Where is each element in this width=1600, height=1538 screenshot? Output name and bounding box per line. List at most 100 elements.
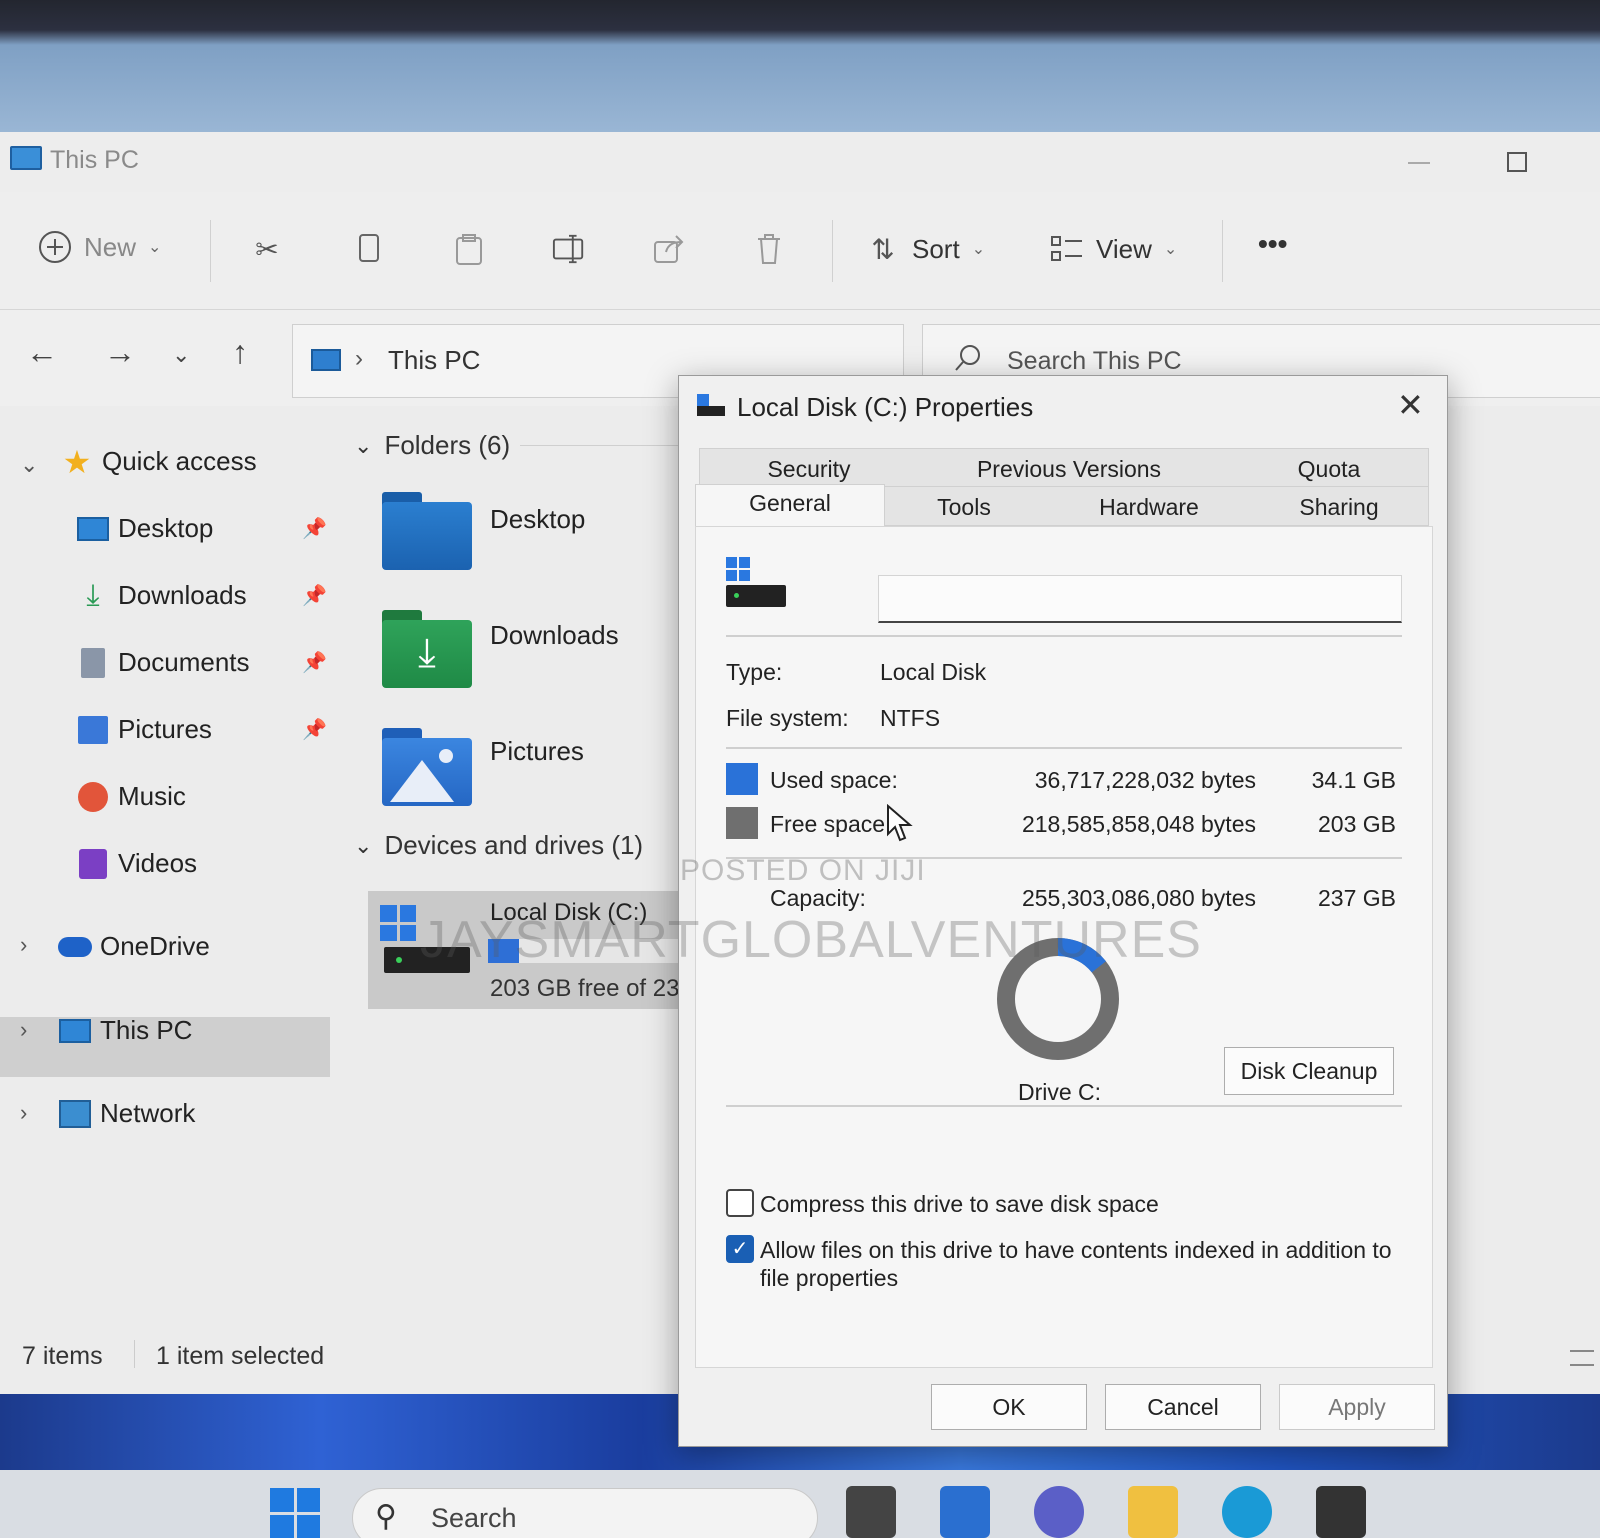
chevron-right-icon[interactable]: › [20, 932, 27, 958]
volume-label-input[interactable] [878, 575, 1402, 623]
group-divider [520, 445, 680, 446]
taskbar-search[interactable]: ⚲ Search [352, 1488, 818, 1538]
sidebar-item-music[interactable]: Music [76, 781, 186, 812]
close-icon[interactable]: ✕ [1397, 386, 1424, 424]
pin-icon: 📌 [302, 518, 327, 540]
mouse-cursor-icon [886, 803, 914, 854]
sidebar-item-label: Downloads [118, 580, 247, 610]
index-checkbox[interactable]: ✓ [726, 1235, 754, 1263]
edge-browser-icon[interactable] [1222, 1486, 1272, 1538]
task-view-icon[interactable] [846, 1486, 896, 1538]
rename-button[interactable] [552, 232, 586, 266]
free-space-gb: 203 GB [1318, 811, 1396, 837]
recent-locations-chevron-icon[interactable]: ⌄ [172, 342, 190, 368]
sidebar-item-pictures[interactable]: Pictures [76, 714, 212, 745]
chevron-right-icon[interactable]: › [20, 1017, 27, 1043]
tab-security[interactable]: Security [719, 456, 899, 483]
forward-arrow-icon[interactable]: → [104, 334, 136, 371]
chevron-down-icon: ⌄ [971, 241, 986, 258]
start-button[interactable] [270, 1488, 320, 1538]
separator [726, 1105, 1402, 1107]
chevron-down-icon: ⌄ [354, 832, 373, 858]
compress-label: Compress this drive to save disk space [760, 1191, 1159, 1217]
sidebar-item-label: Network [100, 1098, 196, 1128]
apply-button[interactable]: Apply [1279, 1384, 1435, 1430]
sidebar-item-label: Pictures [118, 714, 212, 744]
used-space-gb: 34.1 GB [1311, 767, 1396, 793]
paste-button[interactable] [452, 232, 486, 266]
folders-header-label: Folders (6) [384, 430, 511, 460]
folder-label: Pictures [490, 736, 584, 766]
new-button[interactable]: New ⌄ [38, 230, 161, 264]
toolbar-divider [210, 220, 211, 282]
free-space-bytes: 218,585,858,048 bytes [1021, 811, 1256, 837]
status-bar: 7 items 1 item selected [0, 1330, 680, 1380]
copy-icon [352, 232, 386, 266]
share-button[interactable] [652, 232, 686, 266]
sidebar-item-videos[interactable]: Videos [76, 848, 197, 879]
cut-button[interactable]: ✂ [250, 232, 284, 266]
microsoft-store-icon[interactable] [1316, 1486, 1366, 1538]
tab-hardware[interactable]: Hardware [1049, 494, 1249, 521]
widgets-icon[interactable] [940, 1486, 990, 1538]
tab-previous-versions[interactable]: Previous Versions [919, 456, 1219, 483]
disk-cleanup-button[interactable]: Disk Cleanup [1224, 1047, 1394, 1095]
separator [726, 635, 1402, 637]
folders-group-header[interactable]: ⌄ Folders (6) [354, 430, 510, 461]
sidebar-quick-access[interactable]: ★ Quick access [60, 444, 257, 480]
tab-quota[interactable]: Quota [1239, 456, 1419, 483]
chevron-right-icon[interactable]: › [20, 1100, 27, 1126]
tab-tools[interactable]: Tools [889, 494, 1039, 521]
sort-button[interactable]: ⇅ Sort ⌄ [866, 232, 985, 266]
folder-label: Desktop [490, 504, 586, 534]
ok-button[interactable]: OK [931, 1384, 1087, 1430]
compress-checkbox[interactable] [726, 1189, 754, 1217]
desktop-folder-icon [382, 502, 472, 570]
chevron-down-icon[interactable]: ⌄ [20, 452, 38, 478]
sidebar-item-onedrive[interactable]: OneDrive [58, 931, 210, 962]
sidebar-item-documents[interactable]: Documents [76, 647, 250, 678]
copy-button[interactable] [352, 232, 386, 266]
view-button[interactable]: View ⌄ [1050, 232, 1177, 266]
scissors-icon: ✂ [255, 233, 279, 265]
hard-drive-icon [726, 585, 786, 607]
status-divider [134, 1340, 135, 1368]
selection-count: 1 item selected [156, 1342, 325, 1370]
this-pc-icon [10, 146, 42, 170]
details-view-icon[interactable] [1570, 1350, 1594, 1366]
view-icon [1050, 232, 1084, 266]
plus-circle-icon [38, 230, 72, 264]
sort-label: Sort [912, 233, 960, 264]
sidebar-item-downloads[interactable]: ⤓ Downloads [76, 578, 247, 612]
type-value: Local Disk [880, 659, 987, 685]
toolbar-divider [832, 220, 833, 282]
more-options-button[interactable]: ••• [1258, 228, 1287, 260]
download-icon: ⤓ [86, 578, 100, 612]
minimize-button[interactable] [1408, 162, 1430, 164]
maximize-button[interactable] [1507, 152, 1527, 172]
back-arrow-icon[interactable]: ← [26, 334, 58, 371]
chevron-down-icon: ⌄ [148, 239, 162, 256]
network-icon [58, 1099, 92, 1129]
file-explorer-taskbar-icon[interactable] [1128, 1486, 1178, 1538]
up-arrow-icon[interactable]: ↑ [232, 334, 248, 371]
sidebar-item-desktop[interactable]: Desktop [76, 513, 213, 544]
delete-button[interactable] [752, 232, 786, 266]
search-placeholder: Search This PC [1007, 347, 1182, 375]
sidebar-item-network[interactable]: Network [58, 1098, 195, 1129]
taskbar-search-label: Search [431, 1503, 517, 1533]
file-system-value: NTFS [880, 705, 941, 731]
cancel-button[interactable]: Cancel [1105, 1384, 1261, 1430]
tab-sharing[interactable]: Sharing [1249, 494, 1429, 521]
tab-general[interactable]: General [695, 490, 885, 517]
search-icon: ⚲ [375, 1500, 397, 1533]
separator [726, 747, 1402, 749]
watermark-small: POSTED ON JIJI [680, 854, 926, 887]
paste-icon [452, 232, 486, 266]
sidebar-item-label: This PC [100, 1015, 193, 1045]
devices-group-header[interactable]: ⌄ Devices and drives (1) [354, 830, 643, 861]
share-icon [652, 232, 686, 266]
videos-icon [76, 848, 110, 879]
sidebar-item-this-pc[interactable]: This PC [58, 1015, 192, 1046]
teams-chat-icon[interactable] [1034, 1486, 1084, 1538]
